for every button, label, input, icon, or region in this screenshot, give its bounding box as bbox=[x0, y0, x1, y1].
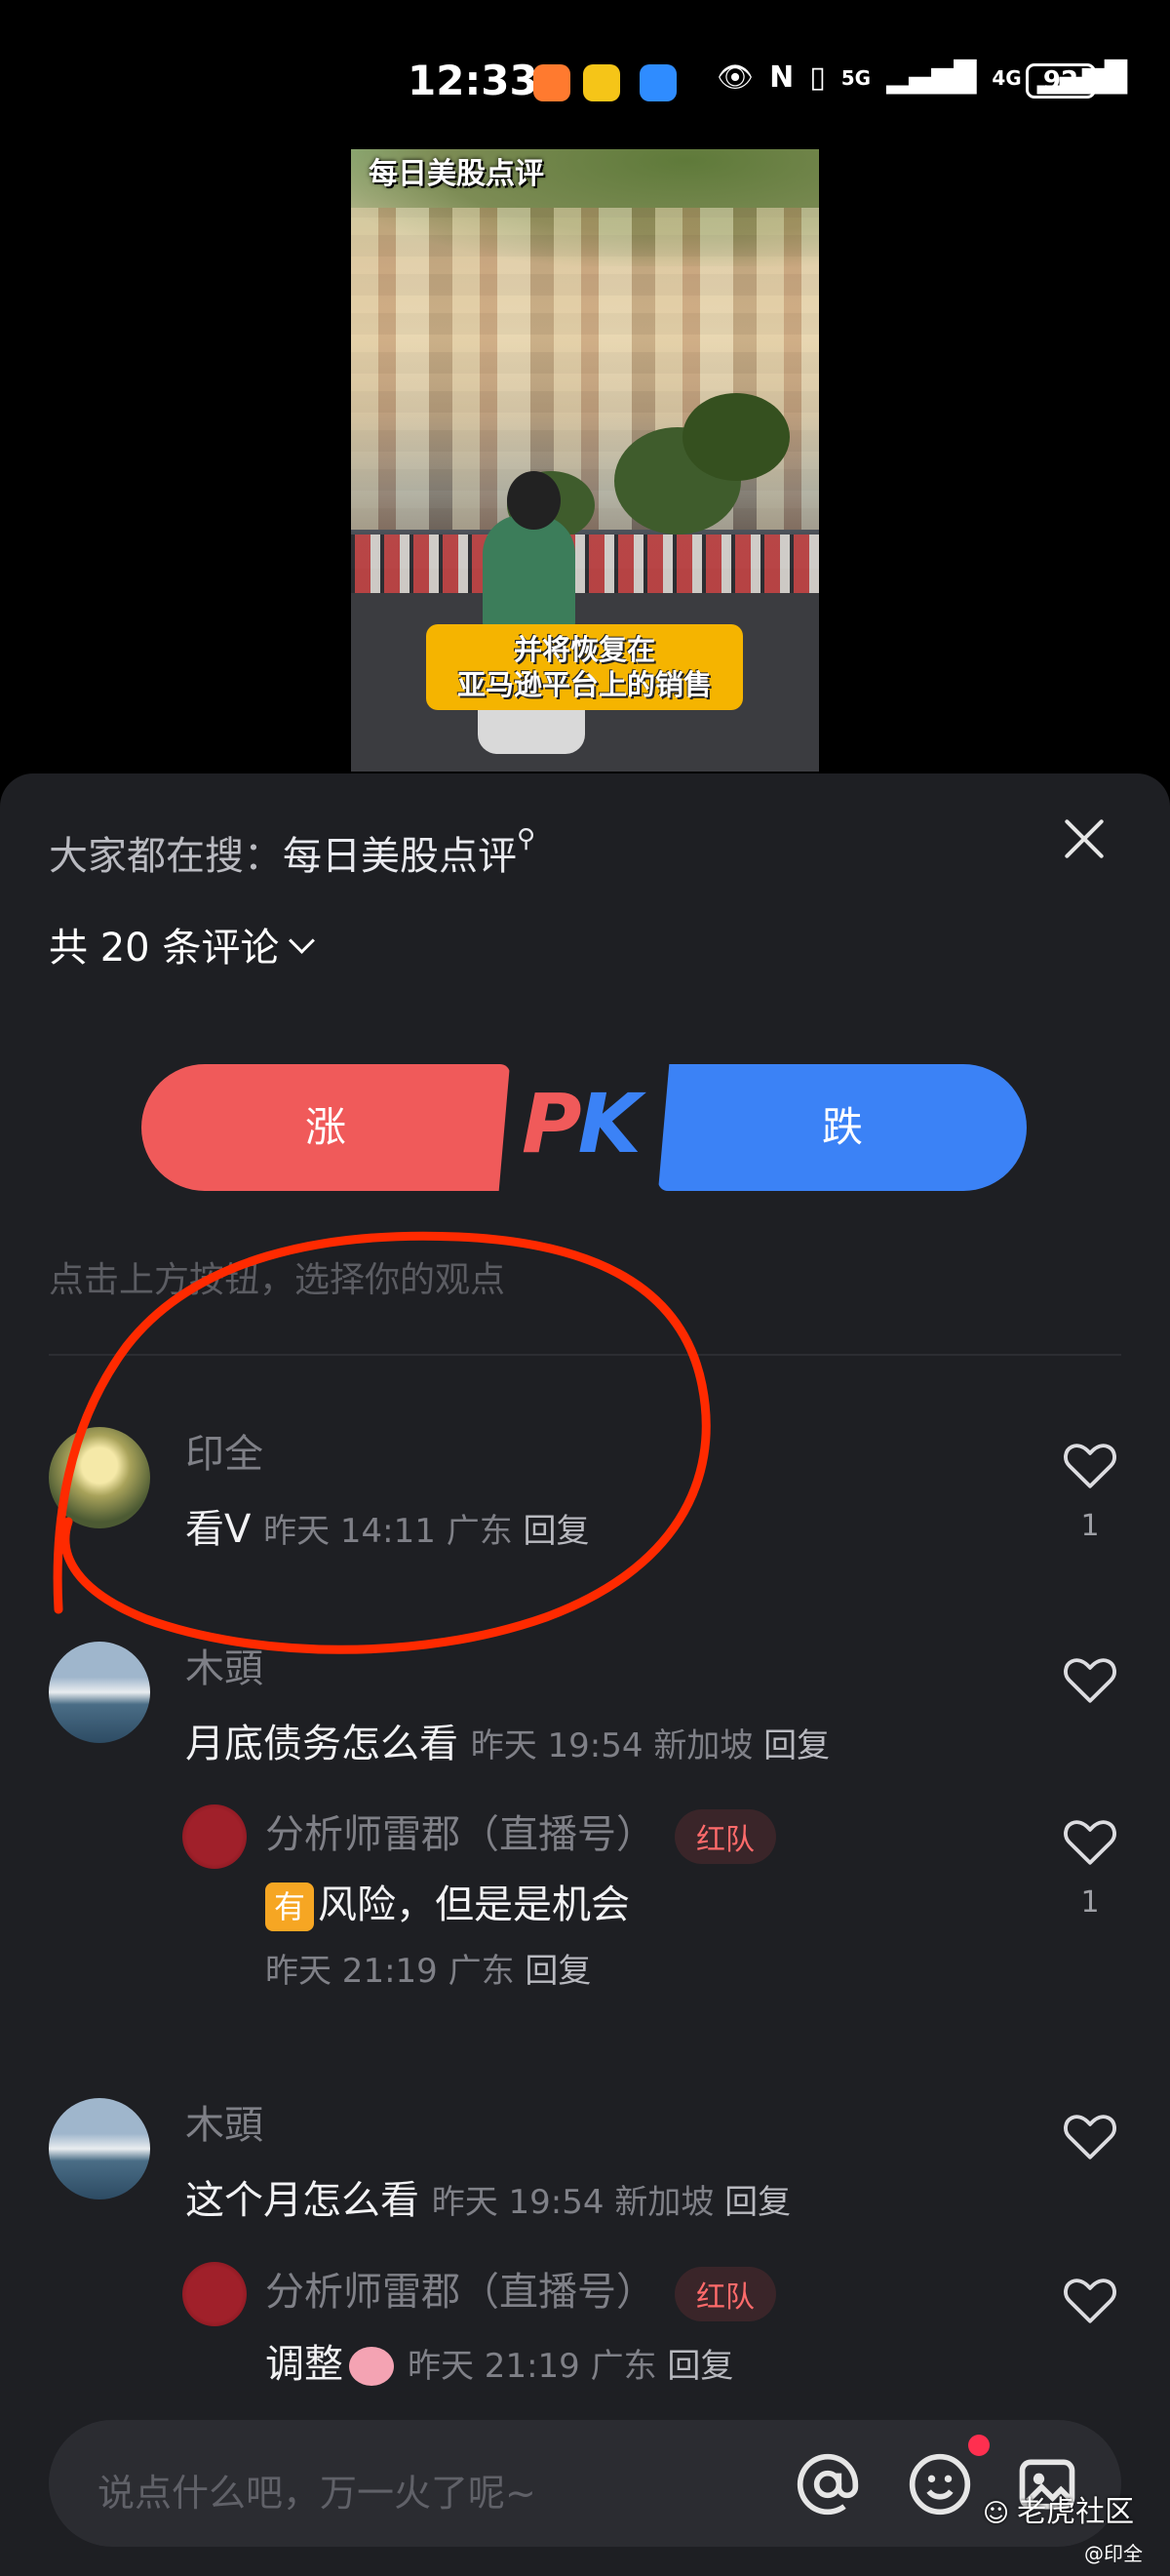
comment-input-placeholder: 说点什么吧，万一火了呢~ bbox=[98, 2472, 536, 2515]
team-badge: 红队 bbox=[675, 2267, 776, 2321]
fall-label: 跌 bbox=[821, 1103, 863, 1151]
fall-button[interactable]: 跌 bbox=[658, 1064, 1027, 1191]
heart-icon bbox=[1064, 2279, 1116, 2323]
avatar[interactable] bbox=[49, 1427, 150, 1528]
emoji-icon[interactable] bbox=[907, 2451, 973, 2517]
comment-username[interactable]: 印全 bbox=[185, 1422, 263, 1479]
reply-button[interactable]: 回复 bbox=[763, 1726, 830, 1765]
comment-count-dropdown[interactable]: 共 20 条评论 bbox=[49, 916, 316, 972]
search-keyword[interactable]: 每日美股点评 bbox=[283, 834, 517, 879]
comment-username[interactable]: 木頭 bbox=[185, 2093, 263, 2150]
comment-text: 看V 昨天 14:11 广东 回复 bbox=[185, 1507, 590, 1552]
avatar[interactable] bbox=[49, 2098, 150, 2200]
battery-indicator: 92 bbox=[1026, 63, 1102, 99]
reply-meta: 昨天 21:19 广东 回复 bbox=[265, 1952, 592, 1991]
reply-username[interactable]: 分析师雷郡（直播号） 红队 bbox=[265, 2260, 776, 2321]
reply-button[interactable]: 回复 bbox=[524, 1512, 590, 1551]
reply-text: 调整 昨天 21:19 广东 回复 bbox=[265, 2342, 734, 2387]
like-button[interactable] bbox=[1061, 2110, 1119, 2166]
reply-button[interactable]: 回复 bbox=[724, 2183, 791, 2222]
heart-icon bbox=[1064, 1820, 1116, 1865]
comment-username[interactable]: 木頭 bbox=[185, 1637, 263, 1693]
signal-5g-label: 5G bbox=[840, 65, 872, 90]
rise-label: 涨 bbox=[304, 1103, 346, 1151]
heart-icon bbox=[1064, 1658, 1116, 1703]
like-button[interactable] bbox=[1061, 1653, 1119, 1710]
avatar[interactable] bbox=[182, 1804, 247, 1869]
comment-input[interactable]: 说点什么吧，万一火了呢~ bbox=[49, 2420, 1121, 2547]
comment-text: 月底债务怎么看 昨天 19:54 新加坡 回复 bbox=[185, 1722, 831, 1766]
like-count: 1 bbox=[1080, 1885, 1100, 1920]
search-prefix: 大家都在搜： bbox=[49, 834, 283, 879]
eye-icon: 👁 bbox=[717, 60, 755, 95]
chevron-down-icon bbox=[289, 927, 316, 954]
watermark-user: @印全 bbox=[1084, 2542, 1143, 2565]
tag-icon: 有 bbox=[265, 1882, 314, 1931]
pk-logo: PK bbox=[522, 1076, 642, 1171]
like-button[interactable]: 1 bbox=[1061, 1439, 1119, 1543]
nfc-icon: N bbox=[769, 60, 795, 95]
like-button[interactable]: 1 bbox=[1061, 1815, 1119, 1920]
reply-button[interactable]: 回复 bbox=[525, 1952, 591, 1991]
trending-search[interactable]: 大家都在搜：每日美股点评⚲ bbox=[49, 824, 535, 881]
reply-text: 有风险，但是是机会 bbox=[265, 1873, 630, 1931]
search-icon: ⚲ bbox=[517, 824, 536, 853]
avatar[interactable] bbox=[49, 1642, 150, 1743]
tiger-logo-icon: ☺ bbox=[983, 2499, 1010, 2528]
close-button[interactable] bbox=[1061, 814, 1110, 863]
mention-icon[interactable] bbox=[795, 2451, 861, 2517]
notification-dot bbox=[968, 2435, 990, 2456]
handshake-emoji-icon bbox=[349, 2347, 394, 2386]
heart-icon bbox=[1064, 2115, 1116, 2160]
reply-username[interactable]: 分析师雷郡（直播号） 红队 bbox=[265, 1803, 776, 1864]
comment-text: 这个月怎么看 昨天 19:54 新加坡 回复 bbox=[185, 2178, 792, 2223]
team-badge: 红队 bbox=[675, 1809, 776, 1864]
notification-app-icon bbox=[583, 64, 620, 101]
comment-count: 共 20 条评论 bbox=[49, 926, 280, 971]
notification-app-icon bbox=[640, 64, 677, 101]
vibrate-icon: ▯ bbox=[809, 60, 826, 95]
like-button[interactable] bbox=[1061, 2274, 1119, 2330]
divider bbox=[49, 1354, 1121, 1356]
video-caption: 并将恢复在 亚马逊平台上的销售 bbox=[426, 624, 743, 710]
scooter-rider bbox=[473, 471, 590, 764]
heart-icon bbox=[1064, 1444, 1116, 1488]
pk-hint: 点击上方按钮，选择你的观点 bbox=[49, 1260, 506, 1300]
rise-button[interactable]: 涨 bbox=[141, 1064, 510, 1191]
status-bar: 12:33 👁 N ▯ 5G ▂▄▆█ 4G ▂▄▆█ 92 bbox=[0, 0, 1170, 146]
like-count: 1 bbox=[1080, 1509, 1100, 1543]
video-title: 每日美股点评 bbox=[369, 157, 544, 191]
notification-app-icon bbox=[533, 64, 570, 101]
watermark-brand: ☺ 老虎社区 bbox=[983, 2495, 1135, 2529]
signal-icon: ▂▄▆█ bbox=[886, 60, 977, 95]
avatar[interactable] bbox=[182, 2262, 247, 2326]
reply-button[interactable]: 回复 bbox=[667, 2347, 733, 2386]
comment-panel: 大家都在搜：每日美股点评⚲ 共 20 条评论 涨 PK 跌 点击上方按钮，选择你… bbox=[0, 773, 1170, 2576]
status-time: 12:33 bbox=[408, 57, 538, 104]
signal-4g-label: 4G bbox=[992, 65, 1022, 90]
